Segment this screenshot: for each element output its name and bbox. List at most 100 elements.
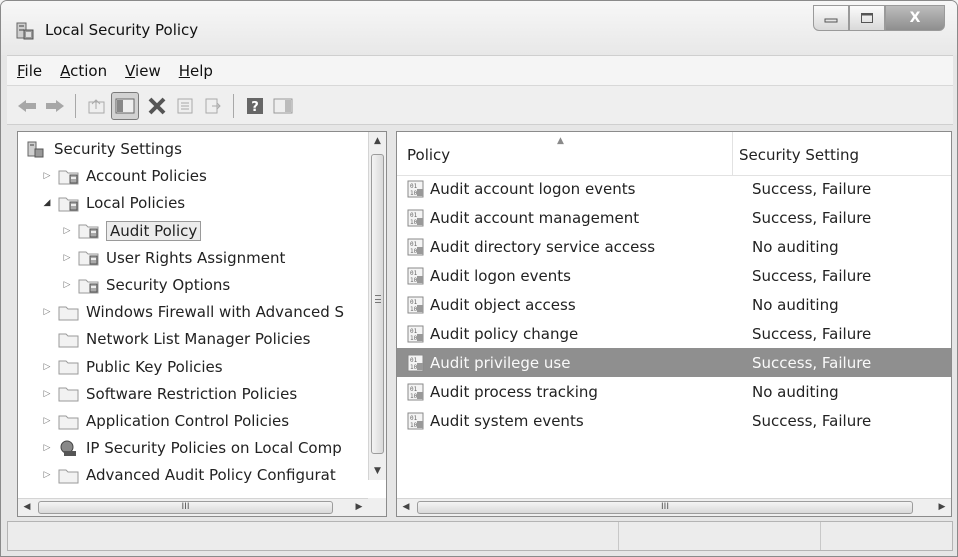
sort-ascending-icon: ▲ (557, 136, 564, 146)
back-arrow-icon[interactable] (15, 94, 39, 118)
expand-arrow-icon[interactable]: ▷ (40, 307, 54, 317)
list-horizontal-scrollbar[interactable]: ◀ III ▶ (397, 498, 951, 516)
security-setting-value: Success, Failure (752, 266, 872, 285)
svg-text:10: 10 (410, 335, 418, 342)
expand-arrow-icon[interactable]: ▷ (40, 416, 54, 426)
up-folder-icon[interactable] (85, 94, 109, 118)
delete-icon[interactable] (145, 94, 169, 118)
svg-text:01: 01 (410, 270, 418, 277)
tree-item-label: Windows Firewall with Advanced S (86, 303, 345, 322)
tree-item-label: Account Policies (86, 167, 207, 186)
policy-icon: 01 10 (407, 209, 425, 227)
minimize-button[interactable] (813, 5, 849, 31)
security-setting-value: No auditing (752, 382, 839, 401)
tree-item-label: Local Policies (86, 194, 186, 213)
tree-item-label: Security Options (106, 276, 231, 294)
export-list-icon[interactable] (201, 94, 225, 118)
properties-icon[interactable] (173, 94, 197, 118)
window-controls: X (813, 5, 945, 31)
local-security-policy-icon (16, 22, 34, 40)
scroll-thumb[interactable]: III (417, 501, 913, 514)
policy-list-pane[interactable]: ▲ Policy Security Setting 01 10 Audit acco… (396, 131, 952, 517)
scroll-left-arrow-icon[interactable]: ◀ (397, 499, 415, 516)
tree-horizontal-scrollbar[interactable]: ◀ III ▶ (18, 498, 386, 516)
tree-item-security-settings[interactable]: Security Settings (18, 136, 182, 162)
menu-view[interactable]: View (125, 62, 161, 80)
list-row[interactable]: 01 10 Audit object access No auditing (397, 290, 951, 319)
console-tree-pane[interactable]: Security Settings ▷ Account Policies ◢ Local… (17, 131, 387, 517)
tree-item-account-policies[interactable]: ▷ Account Policies (40, 163, 207, 189)
scroll-down-arrow-icon[interactable]: ▼ (369, 462, 386, 480)
tree-item-ip-security-policies-on-local-comp[interactable]: ▷ IP Security Policies on Local Comp (40, 435, 342, 461)
expand-arrow-icon[interactable]: ▷ (40, 443, 54, 453)
scroll-left-arrow-icon[interactable]: ◀ (18, 499, 36, 516)
tree-item-network-list-manager-policies[interactable]: Network List Manager Policies (40, 326, 310, 352)
expand-arrow-icon[interactable]: ▷ (40, 470, 54, 480)
show-hide-action-pane-icon[interactable] (271, 94, 295, 118)
list-row[interactable]: 01 10 Audit privilege use Success, Failure (397, 348, 951, 377)
svg-text:10: 10 (410, 277, 418, 284)
expand-arrow-icon[interactable]: ▷ (40, 362, 54, 372)
list-header: ▲ Policy Security Setting (397, 132, 951, 176)
tree-item-label: IP Security Policies on Local Comp (86, 439, 342, 458)
tree-item-public-key-policies[interactable]: ▷ Public Key Policies (40, 354, 223, 380)
tree-item-user-rights-assignment[interactable]: ▷ User Rights Assignment (60, 245, 286, 271)
tree-item-application-control-policies[interactable]: ▷ Application Control Policies (40, 408, 290, 434)
menu-file[interactable]: File (17, 62, 42, 80)
tree-item-label: Audit Policy (106, 220, 202, 241)
list-row[interactable]: 01 10 Audit logon events Success, Failure (397, 261, 951, 290)
policy-name: Audit logon events (430, 266, 571, 285)
expand-arrow-icon[interactable]: ▷ (60, 226, 74, 236)
expand-arrow-icon[interactable]: ▷ (60, 280, 74, 290)
scroll-right-arrow-icon[interactable]: ▶ (350, 499, 368, 516)
ip-security-icon (58, 440, 80, 457)
menu-help[interactable]: Help (179, 62, 213, 80)
tree-item-label: Network List Manager Policies (86, 330, 311, 349)
expand-arrow-icon[interactable]: ▷ (40, 171, 54, 181)
help-icon[interactable]: ? (243, 94, 267, 118)
maximize-icon (861, 13, 873, 23)
tree-item-advanced-audit-policy-configurat[interactable]: ▷ Advanced Audit Policy Configurat (40, 462, 336, 488)
policy-name: Audit object access (430, 295, 576, 314)
svg-text:01: 01 (410, 415, 418, 422)
tree-item-security-options[interactable]: ▷ Security Options (60, 272, 231, 298)
scroll-up-arrow-icon[interactable]: ▲ (369, 132, 386, 150)
policy-icon: 01 10 (407, 354, 425, 372)
list-row[interactable]: 01 10 Audit directory service access No aud… (397, 232, 951, 261)
svg-text:10: 10 (410, 190, 418, 197)
security-setting-value: No auditing (752, 295, 839, 314)
menu-bar: File Action View Help (7, 55, 953, 85)
policy-name: Audit privilege use (430, 353, 571, 372)
policy-folder-icon (58, 168, 80, 185)
policy-icon: 01 10 (407, 267, 425, 285)
list-row[interactable]: 01 10 Audit account management Success, Fai… (397, 203, 951, 232)
list-row[interactable]: 01 10 Audit process tracking No auditing (397, 377, 951, 406)
column-header-label: Security Setting (739, 146, 860, 164)
expanded-arrow-icon[interactable]: ◢ (40, 198, 54, 208)
tree-item-software-restriction-policies[interactable]: ▷ Software Restriction Policies (40, 381, 298, 407)
close-button[interactable]: X (885, 5, 945, 31)
policy-folder-icon (58, 195, 80, 212)
svg-text:10: 10 (410, 393, 418, 400)
column-header-security-setting[interactable]: Security Setting (733, 132, 951, 176)
tree-item-windows-firewall-with-advanced-s[interactable]: ▷ Windows Firewall with Advanced S (40, 299, 345, 325)
scroll-thumb[interactable] (371, 154, 384, 454)
expand-arrow-icon[interactable]: ▷ (40, 389, 54, 399)
expand-arrow-icon[interactable]: ▷ (60, 253, 74, 263)
column-header-policy[interactable]: ▲ Policy (397, 132, 733, 176)
maximize-button[interactable] (849, 5, 885, 31)
list-row[interactable]: 01 10 Audit account logon events Success, F… (397, 174, 951, 203)
title-bar[interactable]: Local Security Policy X (1, 1, 957, 55)
list-row[interactable]: 01 10 Audit policy change Success, Failure (397, 319, 951, 348)
tree-vertical-scrollbar[interactable]: ▲ ▼ (368, 132, 386, 480)
tree-item-label: Software Restriction Policies (86, 384, 298, 403)
tree-item-label: Public Key Policies (86, 357, 223, 376)
list-row[interactable]: 01 10 Audit system events Success, Failure (397, 406, 951, 435)
show-hide-console-tree-icon[interactable] (111, 92, 139, 120)
forward-arrow-icon[interactable] (43, 94, 67, 118)
scroll-right-arrow-icon[interactable]: ▶ (933, 499, 951, 516)
menu-action[interactable]: Action (60, 62, 107, 80)
tree-item-local-policies[interactable]: ◢ Local Policies (40, 190, 186, 216)
tree-item-audit-policy[interactable]: ▷ Audit Policy (60, 218, 202, 244)
scroll-thumb[interactable]: III (38, 501, 333, 514)
